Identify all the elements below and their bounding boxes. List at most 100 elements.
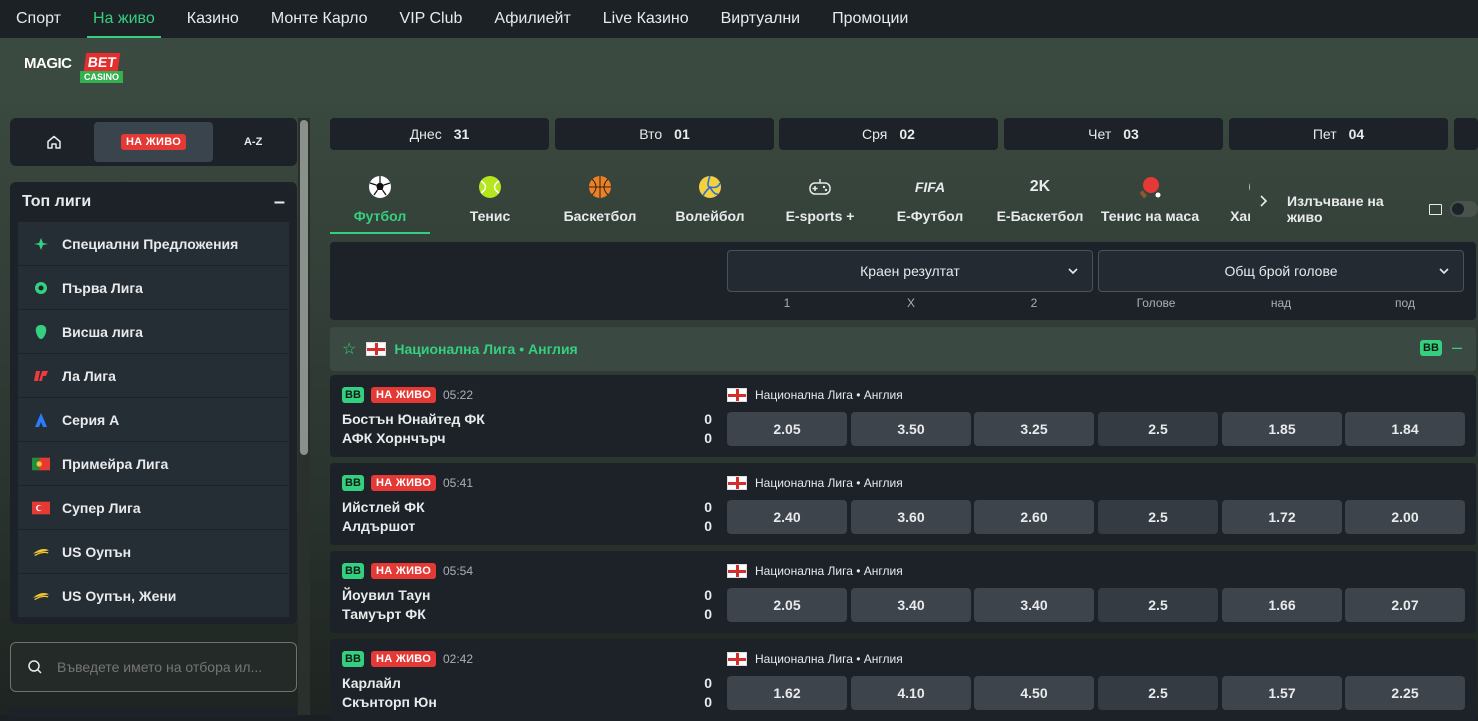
goals-line: 2.5 xyxy=(1098,588,1218,622)
sport-tab-table-tennis[interactable]: Тенис на маса xyxy=(1100,170,1200,234)
special-offers-icon xyxy=(32,237,50,251)
home-button[interactable] xyxy=(14,122,94,162)
odd-over[interactable]: 1.72 xyxy=(1222,500,1342,534)
nav-affiliate[interactable]: Афилиейт xyxy=(478,0,586,38)
odd-1[interactable]: 1.62 xyxy=(727,676,847,710)
bet-builder-badge: BB xyxy=(342,387,364,403)
us-open-icon xyxy=(32,545,50,559)
nav-sport[interactable]: Спорт xyxy=(0,0,77,38)
day-number: 31 xyxy=(453,126,470,142)
top-navigation: Спорт На живо Казино Монте Карло VIP Clu… xyxy=(0,0,1478,38)
league-item-us-open-women[interactable]: US Оупън, Жени xyxy=(18,574,289,618)
odd-2[interactable]: 3.25 xyxy=(974,412,1094,446)
odd-1[interactable]: 2.05 xyxy=(727,588,847,622)
odd-over[interactable]: 1.57 xyxy=(1222,676,1342,710)
nav-casino[interactable]: Казино xyxy=(171,0,255,38)
nav-vip-club[interactable]: VIP Club xyxy=(384,0,479,38)
event-row[interactable]: BB НА ЖИВО 02:42 Карлайл Скънторп Юн 0 0… xyxy=(330,639,1476,721)
event-league: Национална Лига • Англия xyxy=(727,476,903,490)
day-tab-today[interactable]: Днес 31 xyxy=(330,118,549,150)
bet-builder-badge: BB xyxy=(1420,340,1442,356)
league-label: Първа Лига xyxy=(62,279,143,296)
sport-tab-ebasketball[interactable]: 2K E-Баскетбол xyxy=(990,170,1090,234)
odd-under[interactable]: 1.84 xyxy=(1345,412,1465,446)
odd-1[interactable]: 2.40 xyxy=(727,500,847,534)
top-leagues-header[interactable]: Топ лиги – xyxy=(10,182,297,222)
league-item-special-offers[interactable]: Специални Предложения xyxy=(18,222,289,266)
odd-x[interactable]: 3.50 xyxy=(851,412,971,446)
sidebar-scrollbar-thumb[interactable] xyxy=(300,120,308,455)
day-tab-tue[interactable]: Вто 01 xyxy=(555,118,774,150)
away-team: Алдършот xyxy=(342,518,416,534)
odd-under[interactable]: 2.00 xyxy=(1345,500,1465,534)
league-name: Национална Лига • Англия xyxy=(394,341,578,357)
odd-2[interactable]: 3.40 xyxy=(974,588,1094,622)
nav-virtual[interactable]: Виртуални xyxy=(705,0,817,38)
nav-promotions[interactable]: Промоции xyxy=(816,0,924,38)
volleyball-icon xyxy=(698,170,722,204)
odd-2[interactable]: 4.50 xyxy=(974,676,1094,710)
event-row[interactable]: BB НА ЖИВО 05:41 Ийстлей ФК Алдършот 0 0… xyxy=(330,463,1476,545)
event-row[interactable]: BB НА ЖИВО 05:54 Йоувил Таун Тамуърт ФК … xyxy=(330,551,1476,633)
nav-live[interactable]: На живо xyxy=(77,0,171,38)
magicbet-logo[interactable]: MAGIC BET CASINO xyxy=(24,52,124,86)
sport-tab-volleyball[interactable]: Волейбол xyxy=(660,170,760,234)
league-item-vissha-liga[interactable]: Висша лига xyxy=(18,310,289,354)
nav-live-casino[interactable]: Live Казино xyxy=(587,0,705,38)
sport-tab-handball[interactable]: Хандбал xyxy=(1210,170,1250,234)
sport-label: Футбол xyxy=(353,208,407,224)
league-header[interactable]: ☆ Национална Лига • Англия BB – xyxy=(330,327,1476,371)
odd-x[interactable]: 3.40 xyxy=(851,588,971,622)
day-tab-next[interactable] xyxy=(1454,118,1478,150)
nav-monte-carlo[interactable]: Монте Карло xyxy=(255,0,384,38)
table-tennis-icon xyxy=(1138,170,1162,204)
day-name: Сря xyxy=(862,126,888,142)
day-tab-wed[interactable]: Сря 02 xyxy=(779,118,998,150)
league-item-us-open[interactable]: US Оупън xyxy=(18,530,289,574)
az-button[interactable]: A-Z xyxy=(213,122,293,162)
odd-over[interactable]: 1.66 xyxy=(1222,588,1342,622)
market-select-final-result[interactable]: Краен резултат xyxy=(727,250,1093,292)
league-label: Супер Лига xyxy=(62,499,141,516)
sport-tab-esports[interactable]: E-sports + xyxy=(770,170,870,234)
collapse-icon[interactable]: – xyxy=(1452,337,1462,358)
sidebar-next-panel xyxy=(10,708,297,718)
event-row[interactable]: BB НА ЖИВО 05:22 Бостън Юнайтед ФК АФК Х… xyxy=(330,375,1476,457)
odd-under[interactable]: 2.07 xyxy=(1345,588,1465,622)
bet-builder-badge: BB xyxy=(342,475,364,491)
league-label: Ла Лига xyxy=(62,367,116,384)
league-item-serie-a[interactable]: Серия А xyxy=(18,398,289,442)
collapse-icon[interactable]: – xyxy=(274,191,285,214)
team-search-box[interactable] xyxy=(10,642,297,692)
market-select-total-goals[interactable]: Общ брой голове xyxy=(1098,250,1464,292)
odd-under[interactable]: 2.25 xyxy=(1345,676,1465,710)
odd-2[interactable]: 2.60 xyxy=(974,500,1094,534)
team-search-input[interactable] xyxy=(57,659,277,675)
live-badge: НА ЖИВО xyxy=(371,563,437,579)
league-label: US Оупън xyxy=(62,543,132,560)
day-tab-fri[interactable]: Пет 04 xyxy=(1229,118,1448,150)
odd-x[interactable]: 4.10 xyxy=(851,676,971,710)
sports-scroll-right-icon[interactable] xyxy=(1258,194,1268,211)
home-team: Ийстлей ФК xyxy=(342,499,425,515)
market-col-x: X xyxy=(906,296,915,310)
odd-x[interactable]: 3.60 xyxy=(851,500,971,534)
event-league: Национална Лига • Англия xyxy=(727,388,903,402)
sport-tab-efootball[interactable]: FIFA E-Футбол xyxy=(880,170,980,234)
day-tab-thu[interactable]: Чет 03 xyxy=(1004,118,1223,150)
live-tab-button[interactable]: НА ЖИВО xyxy=(93,122,214,162)
live-stream-toggle-row: Излъчване на живо xyxy=(1287,193,1478,225)
odd-1[interactable]: 2.05 xyxy=(727,412,847,446)
league-item-super-liga[interactable]: Супер Лига xyxy=(18,486,289,530)
odd-over[interactable]: 1.85 xyxy=(1222,412,1342,446)
market-col-goals: Голове xyxy=(1136,296,1176,310)
favorite-star-icon[interactable]: ☆ xyxy=(342,339,356,359)
league-item-la-liga[interactable]: Ла Лига xyxy=(18,354,289,398)
sport-tab-tennis[interactable]: Тенис xyxy=(440,170,540,234)
live-stream-toggle[interactable] xyxy=(1450,201,1478,217)
sport-tab-basketball[interactable]: Баскетбол xyxy=(550,170,650,234)
sport-tab-football[interactable]: Футбол xyxy=(330,170,430,234)
league-item-parva-liga[interactable]: Първа Лига xyxy=(18,266,289,310)
league-item-primeira-liga[interactable]: Примейра Лига xyxy=(18,442,289,486)
football-icon xyxy=(368,170,392,204)
